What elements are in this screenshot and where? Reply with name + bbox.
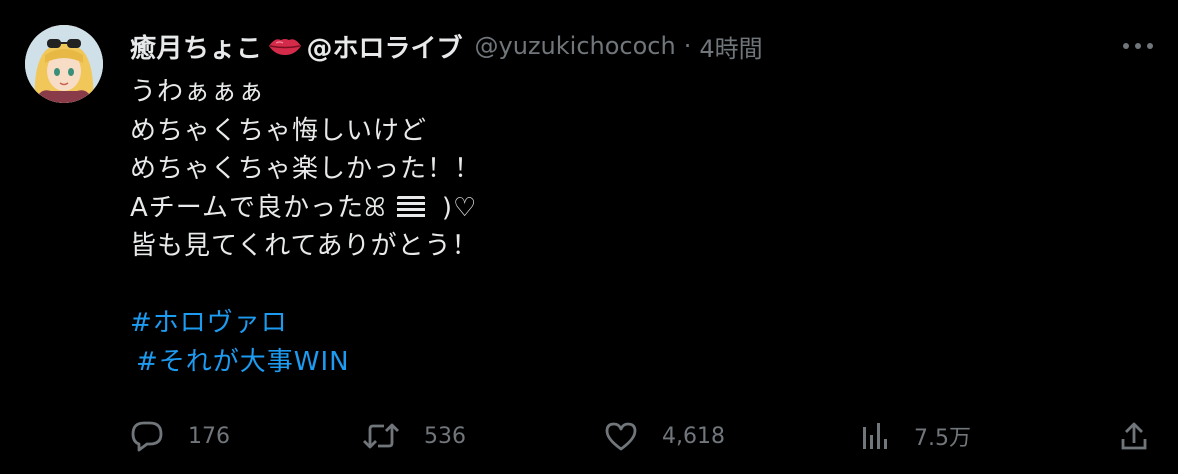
like-icon [605,422,637,451]
tweet-line: うわぁぁぁ [130,77,266,107]
avatar[interactable] [25,25,103,103]
bar-emoji-icon [396,196,425,220]
share-icon [1121,422,1147,450]
more-icon[interactable] [1123,40,1153,52]
tweet-line: 皆も見てくれてありがとう！ [130,231,479,261]
views-icon [863,423,887,449]
like-count: 4,618 [662,423,725,449]
like-button[interactable]: 4,618 [604,416,725,456]
retweet-button[interactable]: 536 [362,416,466,456]
retweet-icon [363,423,399,449]
reply-icon [131,421,163,452]
timestamp[interactable]: 4時間 [699,29,762,64]
display-name[interactable]: 癒月ちょこ [130,28,263,65]
reply-button[interactable]: 176 [130,416,230,456]
tweet-line: めちゃくちゃ悔しいけど [130,115,428,146]
tweet-text: うわぁぁぁ めちゃくちゃ悔しいけど めちゃくちゃ楽しかった！！ Aチームで良かっ… [130,73,481,381]
retweet-count: 536 [424,423,466,449]
hashtag-link[interactable]: #ホロヴァロ [130,304,481,343]
share-button[interactable] [1120,416,1148,456]
tweet-line-text: Aチームで良かったꕤ [130,192,387,223]
tweet-card[interactable]: 癒月ちょこ @ホロライブ @yuzukichococh · 4時間 うわぁぁぁ … [0,0,1178,474]
hashtag-link[interactable]: #それが大事WIN [130,343,481,382]
views-button[interactable]: 7.5万 [860,416,971,456]
action-bar: 176 536 4,618 7.5万 [130,416,1148,456]
affiliation[interactable]: @ホロライブ [307,28,463,65]
tweet-line-text: )♡ [432,192,478,223]
tweet-header: 癒月ちょこ @ホロライブ @yuzukichococh · 4時間 [130,26,763,66]
tweet-line: めちゃくちゃ楽しかった！！ [130,154,482,184]
lips-emoji-icon [268,39,301,55]
user-handle[interactable]: @yuzukichococh [475,32,676,60]
views-count: 7.5万 [914,426,971,451]
tweet-line-with-emoji: Aチームで良かったꕤ )♡ [130,189,481,228]
reply-count: 176 [188,423,230,449]
separator-dot: · [683,32,692,60]
